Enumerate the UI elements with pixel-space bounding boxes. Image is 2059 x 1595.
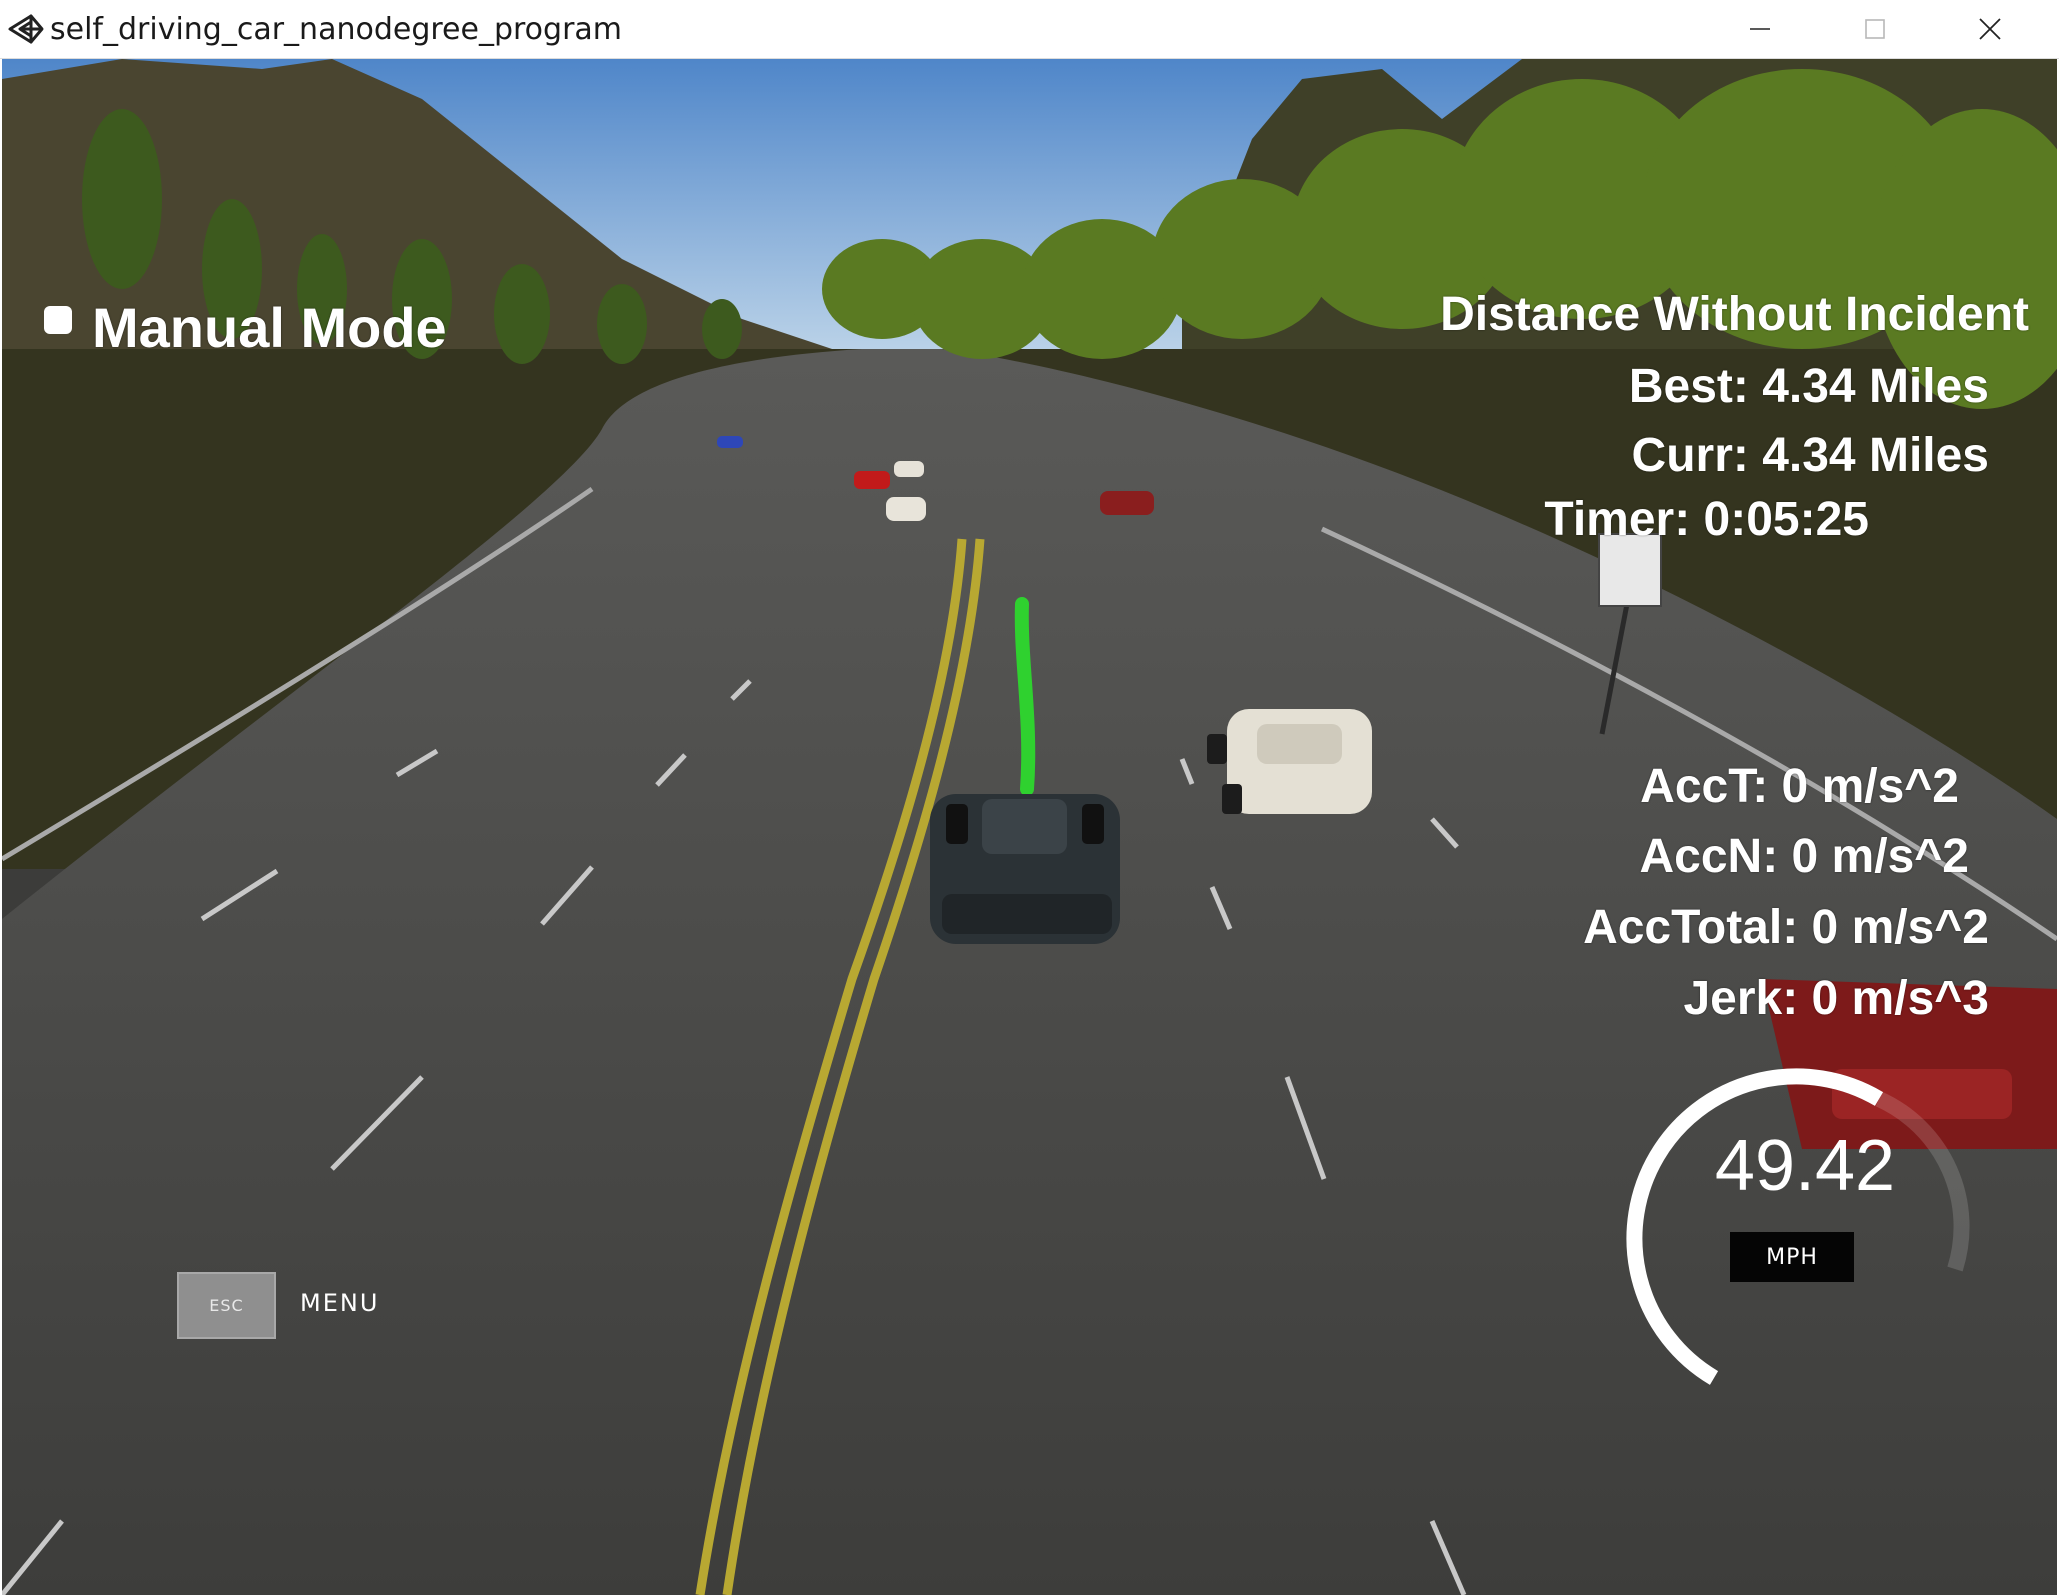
speedometer-value: 49.42	[1714, 1126, 1896, 1206]
car-red-distant	[854, 471, 890, 489]
minimize-icon	[1749, 28, 1770, 30]
speedometer-unit: MPH	[1730, 1232, 1854, 1282]
timer: Timer: 0:05:25	[1544, 493, 1869, 546]
best-distance: Best: 4.34 Miles	[1628, 360, 1989, 413]
esc-key-button[interactable]: ESC	[177, 1272, 276, 1339]
unity-logo-icon	[8, 14, 44, 44]
manual-mode-toggle[interactable]	[44, 306, 72, 334]
close-button[interactable]	[1932, 0, 2047, 58]
maximize-icon	[1864, 19, 1885, 39]
game-viewport[interactable]: Manual Mode Distance Without Incident Be…	[2, 59, 2057, 1595]
maximize-button[interactable]	[1817, 0, 1932, 58]
car-darkred-distant	[1100, 491, 1154, 515]
close-icon	[1978, 18, 2001, 40]
jerk-readout: Jerk: 0 m/s^3	[1683, 972, 1989, 1025]
car-white-distant-2	[886, 497, 926, 521]
ego-car	[930, 794, 1120, 944]
car-blue-distant	[717, 436, 743, 448]
acc-t-readout: AccT: 0 m/s^2	[1640, 760, 1959, 813]
car-white-distant-1	[894, 461, 924, 477]
title-bar: self_driving_car_nanodegree_program	[0, 0, 2059, 59]
minimize-button[interactable]	[1702, 0, 1817, 58]
manual-mode-label: Manual Mode	[92, 296, 447, 359]
acc-n-readout: AccN: 0 m/s^2	[1639, 830, 1969, 883]
car-white-right-lane	[1207, 709, 1372, 814]
acc-total-readout: AccTotal: 0 m/s^2	[1583, 901, 1989, 954]
planned-trajectory	[1014, 597, 1036, 796]
current-distance: Curr: 4.34 Miles	[1631, 429, 1989, 482]
window-title: self_driving_car_nanodegree_program	[50, 12, 623, 47]
menu-label[interactable]: MENU	[300, 1289, 379, 1317]
distance-without-incident-title: Distance Without Incident	[1440, 288, 2029, 341]
